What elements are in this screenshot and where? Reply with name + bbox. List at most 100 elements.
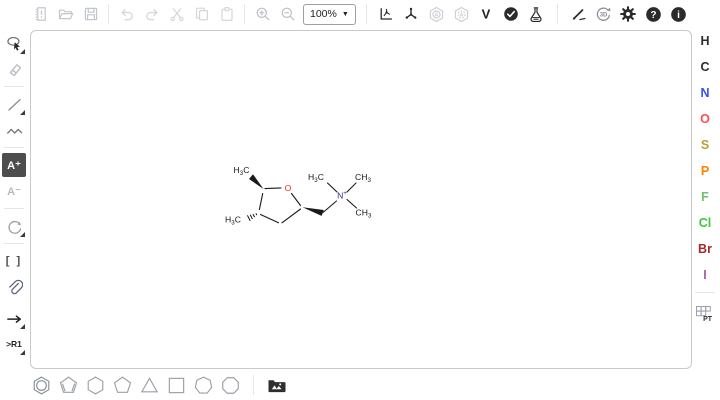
save-button[interactable] (78, 2, 103, 26)
atom-label-CH3: CH3 (356, 208, 372, 220)
single-bond-button[interactable] (2, 92, 26, 116)
divider (253, 375, 254, 395)
atom-button-Br[interactable]: Br (693, 236, 717, 262)
svg-text:A: A (459, 12, 463, 18)
atom-button-N[interactable]: N (693, 80, 717, 106)
charge-minus-glyph: A⁻ (7, 185, 21, 198)
calculated-values-flask-icon (528, 6, 544, 22)
divider (108, 4, 109, 24)
atom-button-H[interactable]: H (693, 28, 717, 54)
submenu-corner (20, 49, 25, 54)
divider (244, 4, 245, 24)
attachment-point-button[interactable] (2, 275, 26, 299)
cut-button[interactable] (164, 2, 189, 26)
divider (695, 292, 715, 293)
zoom-out-button[interactable] (275, 2, 300, 26)
clean-up-icon (403, 6, 419, 22)
atom-toolbar: HCNOSPFClBrI PT (692, 28, 718, 327)
divider (4, 86, 24, 87)
calculate-cip-icon: V (478, 6, 494, 22)
template-cyclopentane-button[interactable] (109, 372, 136, 398)
paste-clipboard-icon (219, 6, 235, 22)
svg-text:A: A (434, 12, 438, 18)
dearomatize-button[interactable]: A (449, 2, 474, 26)
atom-label-O: O (285, 183, 292, 193)
cyclopentane-icon (112, 375, 133, 396)
divider (4, 147, 24, 148)
settings-button[interactable] (616, 2, 641, 26)
atom-button-Cl[interactable]: Cl (693, 210, 717, 236)
atom-button-P[interactable]: P (693, 158, 717, 184)
help-button[interactable]: ? (641, 2, 666, 26)
open-button[interactable] (53, 2, 78, 26)
charge-minus-button[interactable]: A⁻ (2, 179, 26, 203)
zoom-level-value: 100% (310, 8, 337, 20)
check-structure-button[interactable] (499, 2, 524, 26)
open-folder-icon (57, 6, 74, 22)
zoom-out-icon (280, 6, 296, 22)
undo-icon (119, 6, 135, 22)
zoom-level-select[interactable]: 100% ▼ (303, 4, 356, 25)
template-library-button[interactable] (263, 372, 290, 398)
hashed-wedge-bond (247, 213, 256, 221)
atom-button-F[interactable]: F (693, 184, 717, 210)
charge-plus-button[interactable]: A⁺ (2, 153, 26, 177)
clear-canvas-button[interactable] (28, 2, 53, 26)
periodic-table-button[interactable]: PT (693, 302, 717, 326)
template-benzene-button[interactable] (28, 372, 55, 398)
cycloheptane-icon (193, 375, 214, 396)
template-cyclooctane-button[interactable] (217, 372, 244, 398)
molecule-structure[interactable]: H3CH3COH3CCH3N+CH3 (31, 31, 691, 368)
copy-button[interactable] (189, 2, 214, 26)
calculate-cip-button[interactable]: V (474, 2, 499, 26)
divider (4, 208, 24, 209)
miew-3d-button[interactable]: 3D (591, 2, 616, 26)
erase-button[interactable] (2, 57, 26, 81)
chain-icon (6, 122, 23, 139)
layout-button[interactable] (374, 2, 399, 26)
submenu-corner (20, 324, 25, 329)
atom-button-S[interactable]: S (693, 132, 717, 158)
aromatize-button[interactable]: A (424, 2, 449, 26)
about-button[interactable]: i (666, 2, 691, 26)
clean-up-button[interactable] (399, 2, 424, 26)
atom-button-C[interactable]: C (693, 54, 717, 80)
reaction-arrow-button[interactable] (2, 306, 26, 330)
divider (366, 4, 367, 24)
atom-button-I[interactable]: I (693, 262, 717, 288)
help-icon: ? (645, 6, 662, 23)
layout-icon (378, 6, 394, 22)
atom-label-H3C: H3C (225, 215, 241, 227)
recognize-molecule-button[interactable] (566, 2, 591, 26)
undo-button[interactable] (114, 2, 139, 26)
template-cyclohexane-button[interactable] (82, 372, 109, 398)
zoom-in-button[interactable] (250, 2, 275, 26)
drawing-canvas[interactable]: H3CH3COH3CCH3N+CH3 (30, 30, 692, 369)
charge-plus-glyph: A⁺ (7, 159, 21, 172)
cut-scissors-icon (169, 6, 185, 22)
redo-button[interactable] (139, 2, 164, 26)
save-floppy-icon (83, 6, 99, 22)
zoom-in-icon (255, 6, 271, 22)
gear-icon (619, 5, 637, 23)
atom-label-CH3: CH3 (355, 172, 371, 184)
svg-text:V: V (482, 7, 491, 22)
submenu-corner (20, 110, 25, 115)
cyclooctane-icon (220, 375, 241, 396)
template-cycloheptane-button[interactable] (190, 372, 217, 398)
template-cyclobutane-button[interactable] (163, 372, 190, 398)
sgroup-button[interactable]: [ ] (2, 249, 26, 273)
select-lasso-button[interactable] (2, 31, 26, 55)
calculated-values-button[interactable] (524, 2, 549, 26)
atom-label-H3C: H3C (234, 165, 250, 177)
top-toolbar: 100% ▼ A A V 3D ? i (28, 0, 691, 28)
atom-label-N: N+ (337, 190, 347, 200)
atom-button-O[interactable]: O (693, 106, 717, 132)
template-cyclopropane-button[interactable] (136, 372, 163, 398)
rgroup-label-button[interactable]: >R1 (2, 332, 26, 356)
paste-button[interactable] (214, 2, 239, 26)
template-cyclopentadiene-button[interactable] (55, 372, 82, 398)
submenu-corner (20, 232, 25, 237)
rotate-button[interactable] (2, 214, 26, 238)
chain-button[interactable] (2, 118, 26, 142)
